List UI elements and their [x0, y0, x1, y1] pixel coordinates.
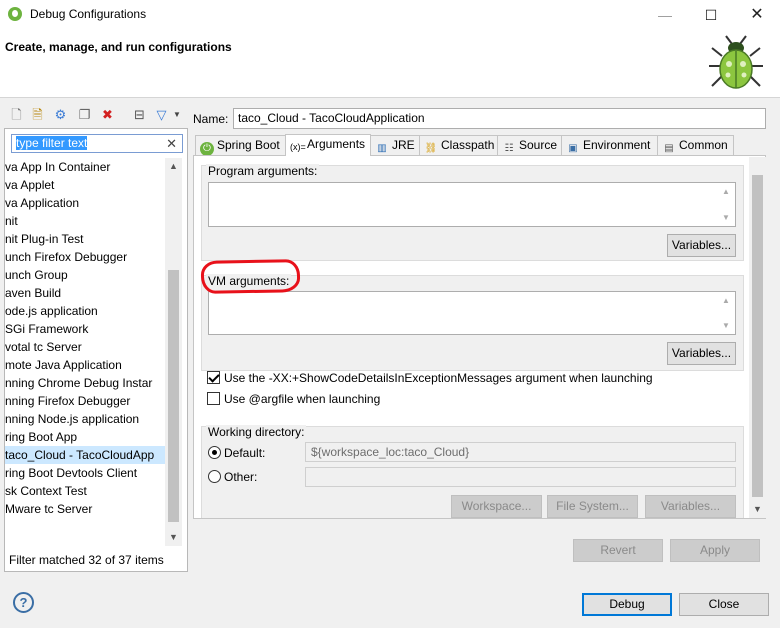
- workspace-button[interactable]: Workspace...: [451, 495, 542, 518]
- launch-config-panel: type filter text ✕ va App In Container va…: [4, 128, 188, 572]
- vm-arguments-highlight: [200, 259, 301, 294]
- tree-item[interactable]: ode.js application: [5, 302, 171, 320]
- tree-item[interactable]: nning Chrome Debug Instar: [5, 374, 171, 392]
- launch-config-toolbar: 🗋 🗎 ⚙ ❐ ✖ ⊟ ▽ ▼: [4, 104, 188, 126]
- tab-jre[interactable]: ▥ JRE: [370, 135, 420, 156]
- scroll-thumb[interactable]: [168, 270, 179, 522]
- tab-environment[interactable]: ▣ Environment: [561, 135, 658, 156]
- duplicate-icon[interactable]: ❐: [76, 106, 93, 123]
- default-dir-radio[interactable]: [208, 446, 221, 459]
- tree-item[interactable]: nit: [5, 212, 171, 230]
- tab-classpath[interactable]: ⛓ Classpath: [419, 135, 498, 156]
- tree-item[interactable]: sk Context Test: [5, 482, 171, 500]
- new-prototype-icon[interactable]: 🗎: [29, 106, 46, 123]
- tree-item[interactable]: va App In Container: [5, 158, 171, 176]
- new-config-icon[interactable]: 🗋: [8, 106, 25, 123]
- vm-arguments-input[interactable]: ▲ ▼: [208, 291, 736, 335]
- scroll-up-icon[interactable]: ▲: [165, 158, 182, 175]
- program-arguments-input[interactable]: ▲ ▼: [208, 182, 736, 227]
- program-arguments-label: Program arguments:: [206, 164, 320, 178]
- delete-icon[interactable]: ✖: [99, 106, 116, 123]
- tree-item[interactable]: nning Firefox Debugger: [5, 392, 171, 410]
- tab-panel-scroll-thumb[interactable]: [752, 175, 763, 497]
- argfile-checkbox[interactable]: [207, 392, 220, 405]
- common-icon: ▤: [664, 143, 674, 154]
- minimize-button[interactable]: —: [642, 0, 688, 30]
- arguments-tab-panel: Program arguments: ▲ ▼ Variables... VM ar…: [193, 155, 766, 519]
- environment-icon: ▣: [568, 143, 578, 154]
- debug-button[interactable]: Debug: [582, 593, 672, 616]
- tree-item[interactable]: votal tc Server: [5, 338, 171, 356]
- help-icon[interactable]: ?: [13, 592, 34, 613]
- other-dir-option[interactable]: Other:: [208, 470, 257, 484]
- clear-filter-icon[interactable]: ✕: [166, 136, 177, 152]
- program-variables-button[interactable]: Variables...: [667, 234, 736, 257]
- scroll-down-icon[interactable]: ▼: [749, 501, 766, 518]
- working-dir-variables-button[interactable]: Variables...: [645, 495, 736, 518]
- other-dir-field: [305, 467, 736, 487]
- tree-item[interactable]: Mware tc Server: [5, 500, 171, 518]
- tree-item[interactable]: nit Plug-in Test: [5, 230, 171, 248]
- file-system-button[interactable]: File System...: [547, 495, 638, 518]
- tree-scrollbar[interactable]: ▲ ▼: [165, 158, 182, 546]
- working-directory-label: Working directory:: [206, 425, 307, 439]
- tree-item[interactable]: taco_Cloud - TacoCloudApp: [5, 446, 171, 464]
- launch-config-tree[interactable]: va App In Container va Applet va Applicati…: [5, 158, 171, 542]
- close-button[interactable]: Close: [679, 593, 769, 616]
- bug-icon: [709, 35, 763, 89]
- banner-title: Create, manage, and run configurations: [5, 40, 232, 54]
- tree-item[interactable]: SGi Framework: [5, 320, 171, 338]
- default-dir-field: ${workspace_loc:taco_Cloud}: [305, 442, 736, 462]
- view-menu-icon[interactable]: ▼: [172, 106, 182, 123]
- export-icon[interactable]: ⚙: [52, 106, 69, 123]
- tab-common[interactable]: ▤ Common: [657, 135, 734, 156]
- revert-button[interactable]: Revert: [573, 539, 663, 562]
- tree-item[interactable]: unch Firefox Debugger: [5, 248, 171, 266]
- tree-item[interactable]: nning Node.js application: [5, 410, 171, 428]
- apply-button[interactable]: Apply: [670, 539, 760, 562]
- arguments-icon: (x)=: [290, 142, 306, 152]
- program-arguments-group: Program arguments: ▲ ▼ Variables...: [201, 164, 744, 261]
- tab-arguments[interactable]: (x)=Arguments: [285, 134, 371, 156]
- filter-status: Filter matched 32 of 37 items: [9, 553, 164, 567]
- classpath-icon: ⛓: [424, 143, 438, 154]
- filter-placeholder: type filter text: [16, 136, 88, 150]
- spring-tool-suite-icon: [8, 7, 22, 21]
- tree-item[interactable]: aven Build: [5, 284, 171, 302]
- name-field[interactable]: taco_Cloud - TacoCloudApplication: [233, 108, 766, 129]
- title-bar: Debug Configurations — ☐ ✕: [0, 0, 780, 30]
- tree-item[interactable]: ring Boot Devtools Client: [5, 464, 171, 482]
- tree-item[interactable]: unch Group: [5, 266, 171, 284]
- collapse-all-icon[interactable]: ⊟: [131, 106, 148, 123]
- header-banner: Create, manage, and run configurations: [0, 30, 780, 98]
- other-dir-radio[interactable]: [208, 470, 221, 483]
- vm-variables-button[interactable]: Variables...: [667, 342, 736, 365]
- name-label: Name:: [193, 112, 229, 126]
- working-directory-group: Working directory: Default: ${workspace_…: [201, 425, 744, 518]
- scroll-down-icon[interactable]: ▼: [165, 529, 182, 546]
- spring-icon: ⏻: [200, 142, 214, 156]
- argfile-option[interactable]: Use @argfile when launching: [207, 392, 380, 406]
- config-tabs: ⏻ Spring Boot (x)=Arguments ▥ JRE ⛓ Classpa…: [193, 134, 766, 156]
- maximize-button[interactable]: ☐: [688, 0, 734, 30]
- filter-input[interactable]: type filter text ✕: [11, 134, 183, 153]
- window-title: Debug Configurations: [30, 7, 147, 21]
- tree-item[interactable]: mote Java Application: [5, 356, 171, 374]
- tab-spring-boot[interactable]: ⏻ Spring Boot: [195, 135, 286, 156]
- close-window-button[interactable]: ✕: [734, 0, 780, 30]
- tab-source[interactable]: ☷ Source: [497, 135, 562, 156]
- tab-panel-scrollbar[interactable]: ▼: [749, 157, 766, 518]
- show-code-details-option[interactable]: Use the -XX:+ShowCodeDetailsInExceptionM…: [207, 371, 653, 385]
- show-code-details-checkbox[interactable]: [207, 371, 220, 384]
- jre-icon: ▥: [377, 143, 387, 154]
- source-icon: ☷: [504, 143, 514, 154]
- default-dir-option[interactable]: Default:: [208, 446, 265, 460]
- filter-icon[interactable]: ▽: [153, 106, 170, 123]
- tree-item[interactable]: ring Boot App: [5, 428, 171, 446]
- tree-item[interactable]: va Applet: [5, 176, 171, 194]
- tree-item[interactable]: va Application: [5, 194, 171, 212]
